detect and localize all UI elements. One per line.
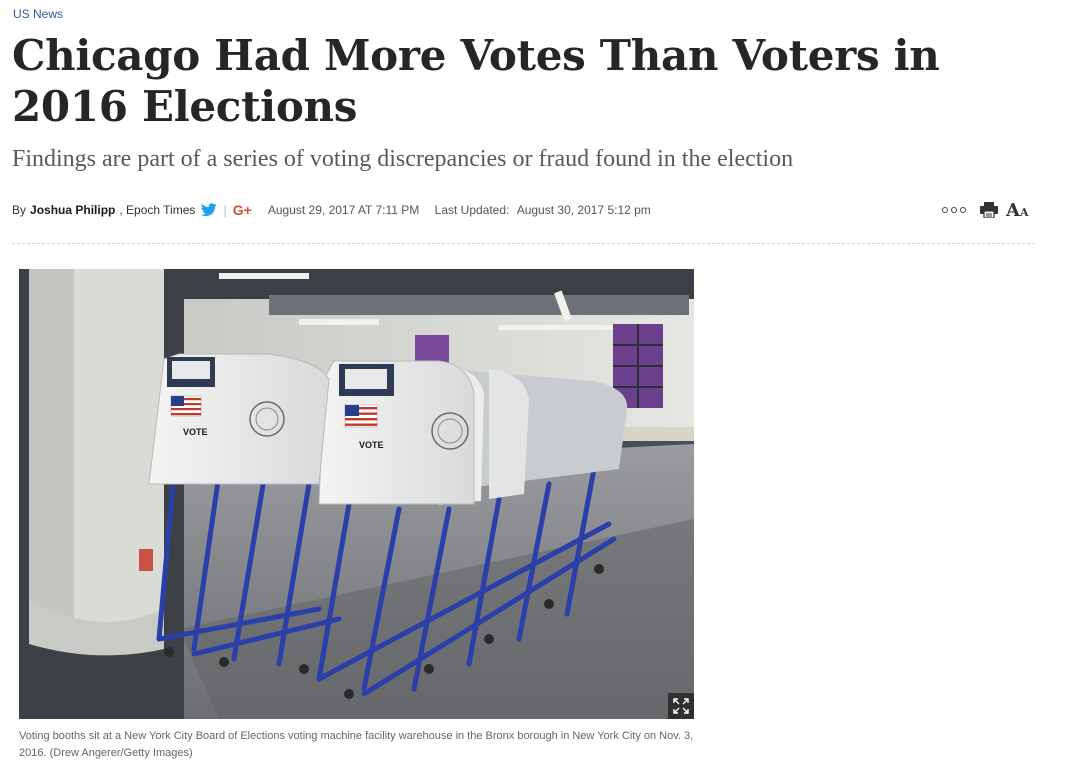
print-icon[interactable] [980, 202, 998, 218]
share-separator: | [223, 202, 227, 218]
flag-left-graphic [170, 395, 202, 417]
published-date: August 29, 2017 AT 7:11 PM [267, 203, 420, 217]
font-size-small: A [1019, 205, 1029, 219]
byline: By Joshua Philipp , Epoch Times | G+ Aug… [12, 199, 651, 221]
article-tools: AA [942, 199, 1029, 221]
expand-icon[interactable] [668, 693, 694, 719]
category-link[interactable]: US News [13, 7, 63, 21]
booth-vote-label-right: VOTE [359, 440, 384, 450]
updated-label: Last Updated: [434, 203, 510, 217]
booth-vote-label-left: VOTE [183, 427, 208, 437]
updated-date: August 30, 2017 5:12 pm [516, 203, 651, 217]
article-headline: Chicago Had More Votes Than Voters in 20… [12, 31, 940, 131]
byline-by: By [12, 203, 27, 217]
author-link[interactable]: Joshua Philipp [30, 203, 115, 217]
google-plus-icon[interactable]: G+ [233, 202, 252, 218]
font-size-icon[interactable]: AA [1006, 200, 1029, 221]
header-divider [12, 243, 1035, 244]
dates: August 29, 2017 AT 7:11 PM Last Updated:… [268, 203, 651, 217]
byline-outlet: , Epoch Times [119, 203, 196, 217]
more-dots-icon[interactable] [942, 207, 966, 213]
article-subheadline: Findings are part of a series of voting … [12, 146, 794, 172]
photo-caption: Voting booths sit at a New York City Boa… [19, 730, 694, 759]
font-size-big: A [1006, 199, 1020, 221]
twitter-icon[interactable] [201, 203, 218, 217]
voting-booths-illustration: VOTE VOTE [19, 269, 694, 719]
article-photo: VOTE VOTE [19, 269, 694, 719]
